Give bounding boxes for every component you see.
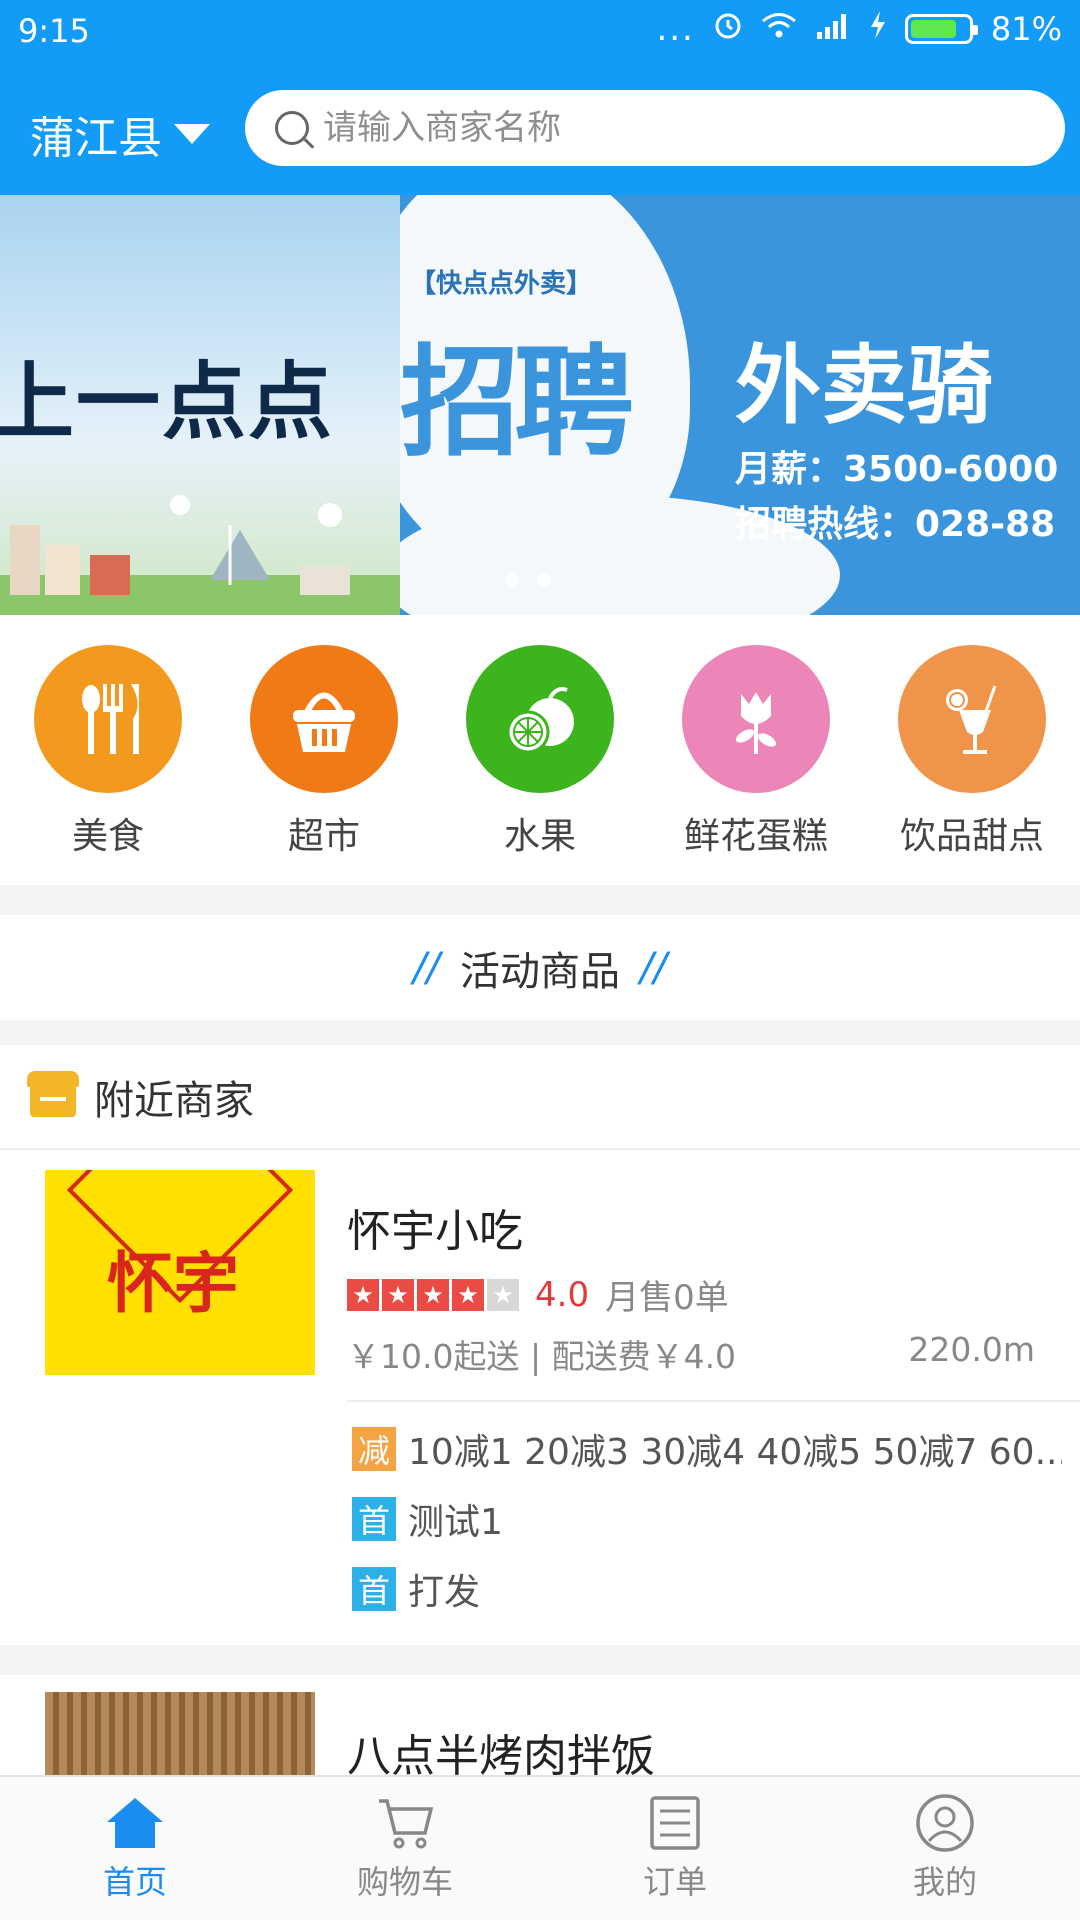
order-icon — [645, 1795, 705, 1851]
charging-icon — [869, 10, 887, 48]
search-bar[interactable] — [245, 90, 1065, 166]
banner-slide-current[interactable]: 【快点点外卖】 招聘 外卖骑 月薪：3500-6000 招聘热线：028-88 — [400, 195, 1080, 615]
promotion-item: 首 打发 — [352, 1563, 1062, 1615]
tab-cart[interactable]: 购物车 — [270, 1777, 540, 1920]
category-grid: 美食 超市 水果 鲜花蛋糕 饮品甜点 — [0, 615, 1080, 885]
promotion-text: 打发 — [408, 1572, 481, 1613]
star-icon: ★ — [382, 1278, 414, 1311]
banner-left-text: 上一点点 — [0, 353, 335, 451]
store-logo: 怀宇 — [45, 1170, 315, 1375]
store-card[interactable]: 怀宇 怀宇小吃 ★ ★ ★ ★ ★ 4.0 月售0单 ￥10.0起送 | 配送费… — [0, 1150, 1080, 1645]
store-distance: 220.0m — [908, 1330, 1035, 1369]
store-logo-text: 怀宇 — [107, 1245, 239, 1322]
flower-icon — [682, 645, 830, 793]
search-icon — [275, 111, 309, 145]
banner-hotline: 招聘热线：028-88 — [735, 504, 1056, 545]
top-bar: 9:15 ... 81% 蒲江县 — [0, 0, 1080, 195]
battery-icon — [904, 14, 978, 44]
first-order-badge: 首 — [352, 1567, 396, 1611]
category-label: 水果 — [503, 816, 576, 857]
category-fruit[interactable]: 水果 — [450, 645, 630, 885]
star-rating: ★ ★ ★ ★ ★ — [347, 1278, 519, 1311]
carousel-dot[interactable] — [505, 573, 519, 587]
battery-level-fill — [910, 20, 957, 38]
utensils-icon — [34, 645, 182, 793]
tab-label: 购物车 — [356, 1862, 453, 1901]
promotion-text: 10减1 20减3 30减4 40减5 50减7 60... — [408, 1432, 1062, 1473]
header: 蒲江县 — [0, 62, 1080, 195]
home-icon — [105, 1795, 165, 1851]
star-icon: ★ — [452, 1278, 484, 1311]
star-icon: ★ — [417, 1278, 449, 1311]
nearby-merchants: 附近商家 怀宇 怀宇小吃 ★ ★ ★ ★ ★ 4.0 月售0单 ￥10.0起送 … — [0, 1045, 1080, 1645]
city-name: 蒲江县 — [30, 113, 162, 164]
discount-badge: 减 — [352, 1427, 396, 1471]
shop-icon — [27, 1070, 79, 1117]
tab-profile[interactable]: 我的 — [810, 1777, 1080, 1920]
category-label: 美食 — [71, 816, 144, 857]
tab-orders[interactable]: 订单 — [540, 1777, 810, 1920]
category-label: 超市 — [287, 816, 360, 857]
profile-icon — [915, 1793, 975, 1852]
signal-icon — [815, 10, 851, 48]
banner-headline: 招聘 — [400, 334, 634, 473]
status-bar: 9:15 ... 81% — [0, 0, 1080, 62]
cart-icon — [375, 1795, 435, 1851]
tab-label: 我的 — [912, 1862, 977, 1901]
store-logo — [45, 1692, 315, 1775]
more-dots-icon: ... — [656, 9, 695, 49]
banner-carousel[interactable]: 上一点点 【快点点外卖】 招聘 外卖骑 月薪：3500-6000 招聘热线：02… — [0, 195, 1080, 615]
decorative-slash-left: // — [413, 944, 440, 991]
battery-percent: 81% — [990, 10, 1062, 48]
decorative-slash-right: // — [640, 944, 667, 991]
tab-home[interactable]: 首页 — [0, 1777, 270, 1920]
bottom-tab-bar: 首页 购物车 订单 我的 — [0, 1775, 1080, 1920]
category-label: 饮品甜点 — [899, 816, 1044, 857]
store-name: 八点半烤肉拌饭 — [347, 1731, 655, 1775]
category-supermarket[interactable]: 超市 — [234, 645, 414, 885]
monthly-sales: 月售0单 — [605, 1278, 729, 1318]
nearby-header: 附近商家 — [0, 1045, 1080, 1150]
promotion-text: 测试1 — [408, 1502, 503, 1543]
first-order-badge: 首 — [352, 1497, 396, 1541]
banner-salary: 月薪：3500-6000 — [735, 449, 1059, 490]
delivery-info: ￥10.0起送 | 配送费￥4.0 — [347, 1337, 737, 1376]
banner-tag: 【快点点外卖】 — [410, 269, 593, 299]
status-icons: ... 81% — [656, 10, 1062, 48]
tab-label: 订单 — [642, 1862, 707, 1901]
nearby-title: 附近商家 — [94, 1077, 254, 1124]
store-name: 怀宇小吃 — [347, 1206, 523, 1257]
basket-icon — [250, 645, 398, 793]
drink-icon — [898, 645, 1046, 793]
rating-value: 4.0 — [535, 1274, 590, 1315]
category-drinks[interactable]: 饮品甜点 — [882, 645, 1062, 885]
tab-label: 首页 — [102, 1862, 167, 1901]
carousel-dot-active[interactable] — [537, 573, 551, 587]
city-selector[interactable]: 蒲江县 — [30, 102, 210, 166]
carousel-indicator — [505, 573, 551, 587]
wifi-icon — [761, 10, 797, 48]
promotion-item: 减 10减1 20减3 30减4 40减5 50减7 60... — [352, 1423, 1062, 1475]
store-card[interactable]: 八点半烤肉拌饭 — [0, 1675, 1080, 1775]
banner-slide-previous[interactable]: 上一点点 — [0, 195, 400, 615]
star-empty-icon: ★ — [487, 1278, 519, 1311]
activity-section-header[interactable]: // 活动商品 // — [0, 915, 1080, 1020]
activity-title: 活动商品 — [460, 948, 620, 995]
category-food[interactable]: 美食 — [18, 645, 198, 885]
category-label: 鲜花蛋糕 — [683, 816, 828, 857]
divider — [347, 1400, 1080, 1402]
rating-row: ★ ★ ★ ★ ★ 4.0 月售0单 — [347, 1270, 729, 1319]
fruit-icon — [466, 645, 614, 793]
banner-subhead: 外卖骑 — [735, 336, 993, 436]
chevron-down-icon — [174, 124, 210, 144]
star-icon: ★ — [347, 1278, 379, 1311]
status-time: 9:15 — [18, 12, 90, 50]
city-illustration — [0, 495, 400, 615]
promotion-item: 首 测试1 — [352, 1493, 1062, 1545]
category-flower-cake[interactable]: 鲜花蛋糕 — [666, 645, 846, 885]
search-input[interactable] — [323, 108, 1023, 148]
alarm-icon — [713, 10, 743, 48]
